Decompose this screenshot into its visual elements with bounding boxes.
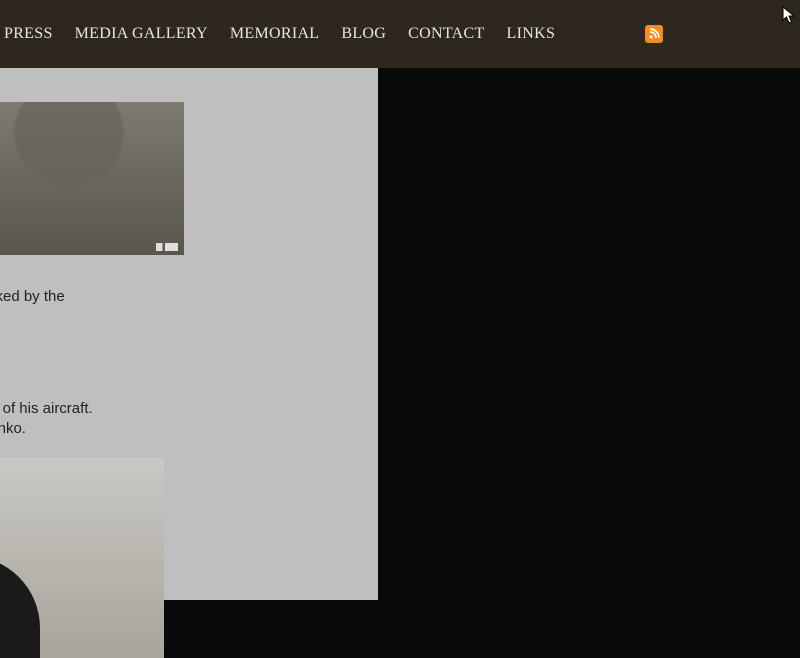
nav-press[interactable]: PRESS (4, 25, 53, 43)
nav-links[interactable]: LINKS (507, 25, 556, 43)
nav-memorial[interactable]: MEMORIAL (230, 25, 320, 43)
article-hero-image (0, 102, 184, 255)
site-nav: PRESS MEDIA GALLERY MEMORIAL BLOG CONTACT LIN… (0, 0, 800, 68)
nav-blog[interactable]: BLOG (341, 25, 386, 43)
article-title[interactable]: is screwed (0, 355, 358, 393)
nav-contact[interactable]: CONTACT (408, 25, 484, 43)
content-column: ar rounds. It's the Iranians, backed by … (0, 55, 378, 600)
rss-icon[interactable] (645, 25, 663, 43)
nav-media-gallery[interactable]: MEDIA GALLERY (75, 25, 208, 43)
article-line: ct that the Turks shot down one of his a… (0, 399, 358, 419)
article-line: Alexander Ryhoravich Lukashenko. (0, 419, 358, 439)
article-snippet: ar rounds. It's the Iranians, backed by … (0, 287, 358, 307)
article-image (0, 458, 164, 658)
article-body: ar rounds. It's the Iranians, backed by … (0, 287, 358, 658)
content-dark-column (378, 55, 800, 600)
page-content: ar rounds. It's the Iranians, backed by … (0, 55, 800, 600)
hero-image-content (0, 102, 184, 255)
person-suit (0, 556, 40, 658)
